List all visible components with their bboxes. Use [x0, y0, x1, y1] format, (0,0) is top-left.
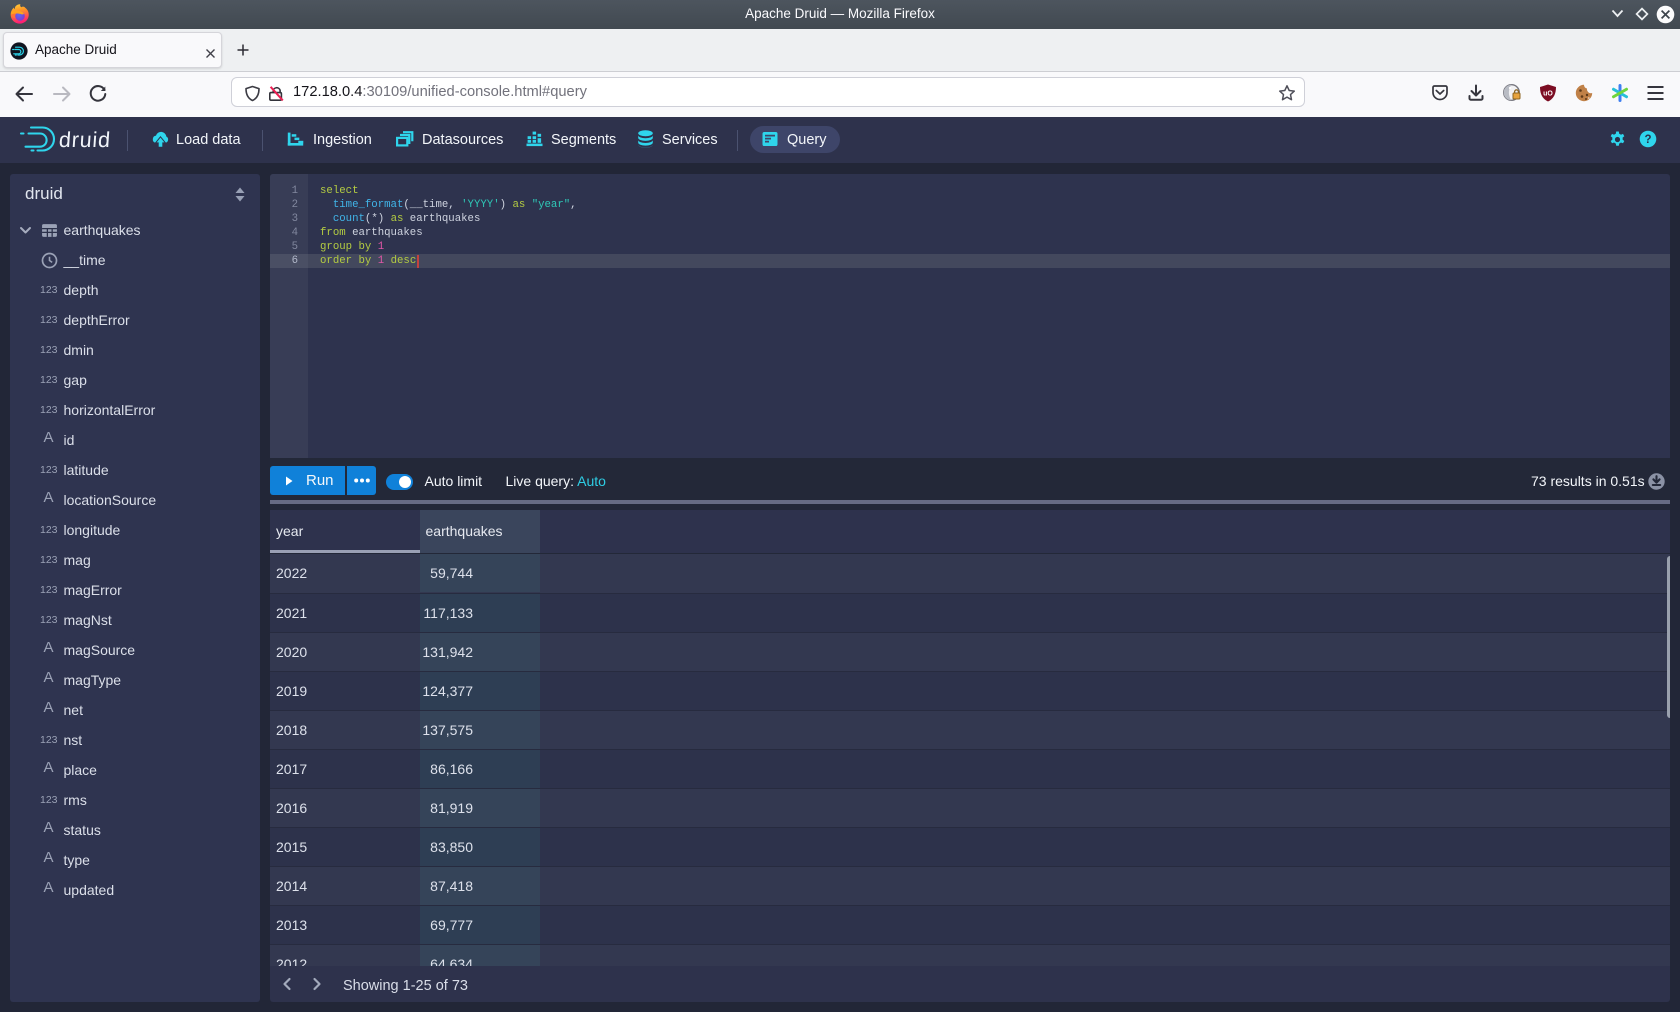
svg-text:uO: uO	[1543, 91, 1553, 98]
svg-text:?: ?	[1644, 134, 1651, 146]
